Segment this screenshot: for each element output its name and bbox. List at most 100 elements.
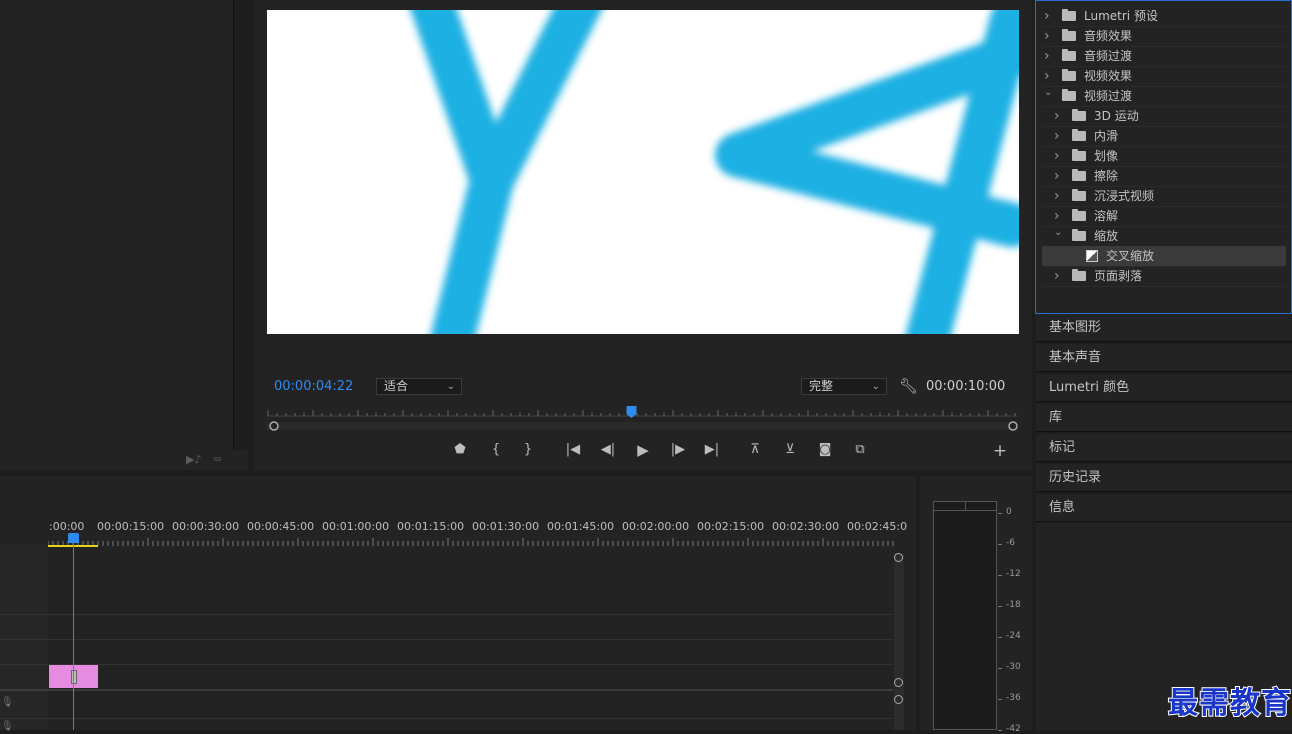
effects-tree-item[interactable]: ⌄ 缩放 <box>1042 226 1286 247</box>
effects-tree-item[interactable]: › 视频效果 <box>1042 66 1286 87</box>
current-timecode[interactable]: 00:00:04:22 <box>274 379 353 394</box>
db-tick <box>998 730 1002 731</box>
panel-tab-essential-sound[interactable]: 基本声音 <box>1036 344 1292 372</box>
scroll-handle-top[interactable] <box>894 553 903 562</box>
fit-dropdown[interactable]: 适合 ⌄ <box>376 378 462 395</box>
panel-tab-label: Lumetri 颜色 <box>1049 380 1130 395</box>
effects-tree-item[interactable]: › 3D 运动 <box>1042 106 1286 127</box>
panel-tab-info[interactable]: 信息 <box>1036 494 1292 522</box>
ruler-label: 00:02:30:00 <box>772 520 840 533</box>
chevron-right-icon[interactable]: › <box>1054 146 1064 166</box>
effects-tree-item-label: 内滑 <box>1094 129 1119 143</box>
scroll-handle-bottom[interactable] <box>894 678 903 687</box>
effects-tree-item-label: 音频过渡 <box>1084 49 1133 63</box>
chevron-right-icon[interactable]: › <box>1054 126 1064 146</box>
effects-panel: › Lumetri 预设 › 音频效果 › 音频过渡 › 视频效果 ⌄ 视频过渡 › 3D 运动 › 内滑… <box>1035 0 1292 314</box>
track-divider <box>0 664 893 665</box>
transition-effect-icon <box>1086 250 1098 262</box>
chevron-down-icon[interactable]: ⌄ <box>1054 223 1064 243</box>
mark-out-icon[interactable]: } <box>517 441 539 459</box>
effects-tree-item-label: 沉浸式视频 <box>1094 189 1155 203</box>
new-item-icon[interactable]: ⮹ <box>213 453 222 467</box>
panel-tab-libraries[interactable]: 库 <box>1036 404 1292 432</box>
panel-tab-essential-graphics[interactable]: 基本图形 <box>1036 314 1292 342</box>
db-label: -42 <box>1006 724 1021 734</box>
play-icon[interactable]: ▶ <box>632 441 654 459</box>
db-tick <box>998 668 1002 669</box>
lift-icon[interactable]: ⊼ <box>744 441 766 459</box>
mark-in-icon[interactable]: { <box>485 441 507 459</box>
effects-tree-item[interactable]: ⌄ 视频过渡 <box>1042 86 1286 107</box>
db-label: -30 <box>1006 662 1021 672</box>
db-tick <box>998 544 1002 545</box>
chevron-right-icon[interactable]: › <box>1044 6 1054 26</box>
chevron-right-icon[interactable]: › <box>1054 166 1064 186</box>
chevron-down-icon[interactable]: ⌄ <box>1044 83 1054 103</box>
chevron-right-icon[interactable]: › <box>1054 266 1064 286</box>
ruler-label: 00:00:15:00 <box>97 520 165 533</box>
chevron-right-icon[interactable]: › <box>1044 26 1054 46</box>
timeline-panel: :00:00 00:00:15:00 00:00:30:00 00:00:45:00 0… <box>0 476 916 730</box>
effects-tree-item[interactable]: › 音频过渡 <box>1042 46 1286 67</box>
comparison-view-icon[interactable]: ⧉ <box>849 441 871 459</box>
panel-tab-history[interactable]: 历史记录 <box>1036 464 1292 492</box>
folder-icon <box>1062 29 1076 41</box>
panel-tab-label: 历史记录 <box>1049 470 1102 485</box>
add-button-icon[interactable]: + <box>989 442 1011 460</box>
step-back-icon[interactable]: ◀| <box>597 441 619 459</box>
step-forward-icon[interactable]: |▶ <box>667 441 689 459</box>
chevron-right-icon[interactable]: › <box>1054 186 1064 206</box>
wrench-icon[interactable]: 🔧︎ <box>899 377 918 395</box>
transition-handle[interactable] <box>71 670 77 684</box>
effects-tree-item[interactable]: › 溶解 <box>1042 206 1286 227</box>
db-label: -36 <box>1006 693 1021 703</box>
scroll-handle-top[interactable] <box>894 695 903 704</box>
project-panel <box>0 0 234 450</box>
effects-tree-item[interactable]: › Lumetri 预设 <box>1042 6 1286 27</box>
add-marker-icon[interactable]: ⬟ <box>449 441 471 459</box>
effects-tree-item[interactable]: › 音频效果 <box>1042 26 1286 47</box>
monitor-scrubber[interactable] <box>265 404 1020 434</box>
effects-tree-item-label: 擦除 <box>1094 169 1119 183</box>
ruler-label: 00:00:45:00 <box>247 520 315 533</box>
automate-to-sequence-icon[interactable]: ▶♪ <box>186 453 201 466</box>
chevron-down-icon: ⌄ <box>871 381 880 392</box>
effects-tree-item[interactable]: › 内滑 <box>1042 126 1286 147</box>
video-frame <box>267 10 1019 334</box>
go-to-in-icon[interactable]: |◀ <box>562 441 584 459</box>
folder-icon <box>1062 69 1076 81</box>
chevron-right-icon[interactable]: › <box>1044 46 1054 66</box>
camera-icon[interactable]: ◙ <box>814 441 836 459</box>
folder-icon <box>1062 89 1076 101</box>
effects-tree-item[interactable]: › 页面剥落 <box>1042 266 1286 287</box>
track-headers: 🎙︎ 🎙︎ <box>0 545 48 732</box>
timeline-playhead[interactable] <box>73 540 74 730</box>
panel-tab-lumetri-color[interactable]: Lumetri 颜色 <box>1036 374 1292 402</box>
effects-tree-item-label: 音频效果 <box>1084 29 1133 43</box>
db-tick <box>998 637 1002 638</box>
folder-icon <box>1072 209 1086 221</box>
db-tick <box>998 606 1002 607</box>
chevron-down-icon: ⌄ <box>446 381 455 392</box>
playhead-handle[interactable] <box>68 533 79 543</box>
effects-tree-item[interactable]: › 划像 <box>1042 146 1286 167</box>
db-tick <box>998 699 1002 700</box>
panel-tab-markers[interactable]: 标记 <box>1036 434 1292 462</box>
chevron-right-icon[interactable]: › <box>1054 106 1064 126</box>
project-panel-footer: ▶♪ ⮹ <box>0 450 248 470</box>
folder-icon <box>1062 49 1076 61</box>
microphone-icon[interactable]: 🎙︎ <box>1 721 14 732</box>
effects-tree-item-label: 视频过渡 <box>1084 89 1133 103</box>
extract-icon[interactable]: ⊻ <box>779 441 801 459</box>
effects-tree-item[interactable]: › 沉浸式视频 <box>1042 186 1286 207</box>
ruler-label: :00:00 <box>49 520 85 533</box>
quality-dropdown[interactable]: 完整 ⌄ <box>801 378 887 395</box>
microphone-icon[interactable]: 🎙︎ <box>1 697 14 708</box>
timeline-vertical-scrollbar[interactable] <box>894 553 904 730</box>
effects-tree-item[interactable]: 交叉缩放 <box>1042 246 1286 267</box>
audio-meter-panel: 0 -6 -12 -18 -24 -30 -36 -42 <box>920 476 1032 734</box>
effects-tree-item[interactable]: › 擦除 <box>1042 166 1286 187</box>
ruler-label: 00:02:15:00 <box>697 520 765 533</box>
folder-icon <box>1072 109 1086 121</box>
go-to-out-icon[interactable]: ▶| <box>701 441 723 459</box>
